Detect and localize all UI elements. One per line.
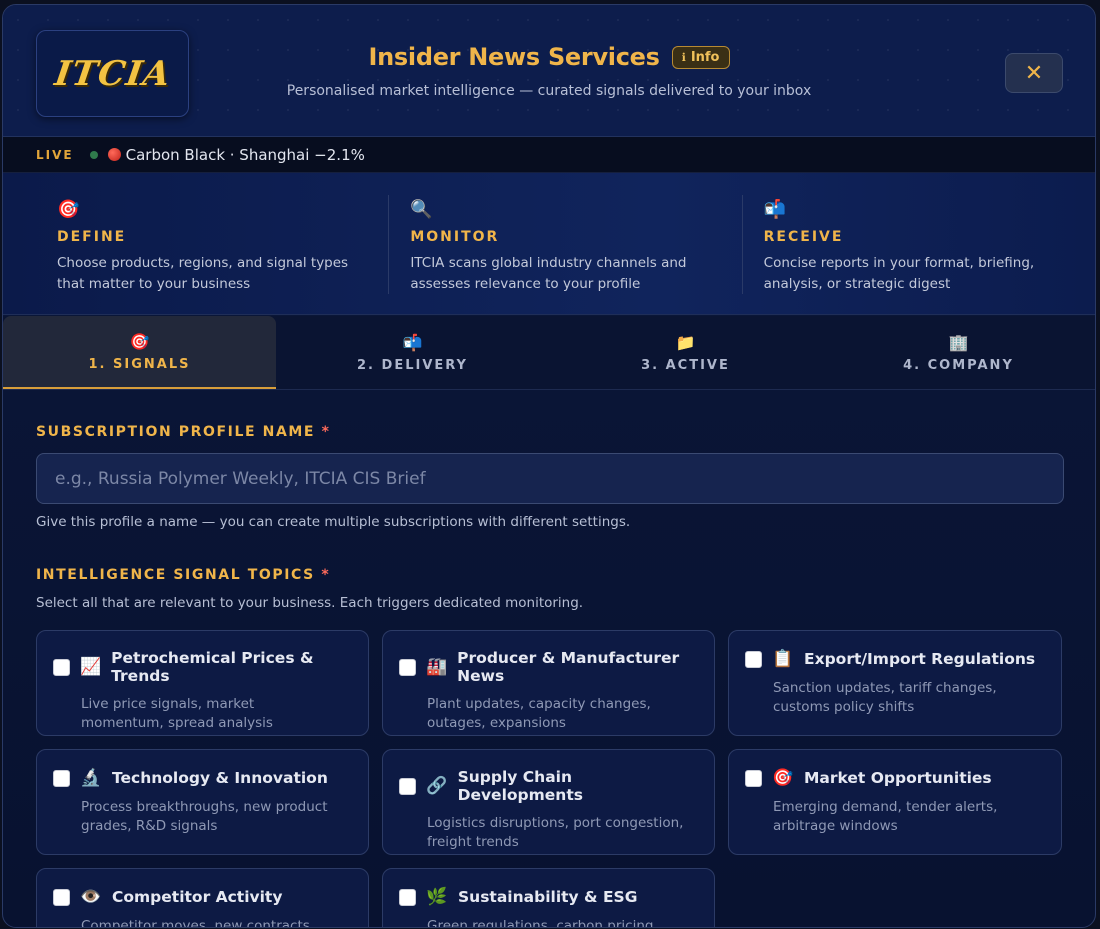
topic-card-sustainability[interactable]: 🌿 Sustainability & ESG Green regulations…	[382, 868, 715, 928]
how-it-works-steps: 🎯 DEFINE Choose products, regions, and s…	[3, 173, 1095, 315]
topic-description: Plant updates, capacity changes, outages…	[427, 696, 651, 731]
link-icon: 🔗	[426, 776, 448, 796]
folder-icon: 📁	[675, 332, 696, 352]
topic-checkbox[interactable]	[745, 650, 762, 668]
step-title: RECEIVE	[763, 229, 844, 245]
topic-card-supply-chain[interactable]: 🔗 Supply Chain Developments Logistics di…	[382, 749, 715, 855]
topic-card-market-opportunities[interactable]: 🎯 Market Opportunities Emerging demand, …	[728, 749, 1062, 855]
insider-news-modal: ITCIA Insider News Services ℹ Info Perso…	[2, 4, 1096, 928]
red-circle-icon	[107, 148, 121, 161]
mailbox-icon: 📬	[763, 199, 787, 220]
step-description: Choose products, regions, and signal typ…	[57, 255, 349, 292]
tab-label: 1. SIGNALS	[88, 356, 191, 372]
topic-description: Emerging demand, tender alerts, arbitrag…	[773, 799, 998, 834]
label-text: INTELLIGENCE SIGNAL TOPICS	[36, 567, 315, 583]
topic-card-technology[interactable]: 🔬 Technology & Innovation Process breakt…	[36, 749, 369, 855]
tab-label: 4. COMPANY	[903, 357, 1014, 373]
eye-icon: 👁️	[80, 887, 102, 907]
target-icon: 🎯	[129, 331, 150, 351]
target-icon: 🎯	[57, 199, 80, 220]
wizard-tabs: 🎯 1. SIGNALS 📬 2. DELIVERY 📁 3. ACTIVE 🏢…	[3, 316, 1095, 390]
step-receive: 📬 RECEIVE Concise reports in your format…	[741, 173, 1095, 314]
modal-subtitle: Personalised market intelligence — curat…	[286, 83, 812, 99]
topic-title: Competitor Activity	[112, 888, 283, 906]
live-status-dot	[89, 150, 98, 159]
close-button[interactable]: ✕	[1005, 53, 1063, 93]
topic-checkbox[interactable]	[53, 888, 70, 906]
label-text: SUBSCRIPTION PROFILE NAME	[36, 424, 316, 440]
title-row: Insider News Services ℹ Info	[3, 43, 1095, 71]
topic-title: Petrochemical Prices & Trends	[111, 649, 314, 685]
topic-checkbox[interactable]	[53, 658, 70, 676]
tab-label: 2. DELIVERY	[357, 357, 468, 373]
topic-checkbox[interactable]	[399, 658, 416, 676]
topic-description: Live price signals, market momentum, spr…	[81, 696, 273, 731]
info-button[interactable]: ℹ Info	[671, 45, 730, 69]
factory-icon: 🏭	[426, 657, 448, 677]
step-title: DEFINE	[57, 229, 127, 245]
tab-label: 3. ACTIVE	[641, 357, 730, 373]
topic-checkbox[interactable]	[399, 888, 416, 906]
tab-delivery[interactable]: 📬 2. DELIVERY	[276, 316, 549, 389]
target-icon: 🎯	[772, 768, 794, 788]
topic-description: Green regulations, carbon pricing, ESG	[427, 918, 658, 928]
info-icon: ℹ	[681, 50, 686, 64]
step-description: Concise reports in your format, briefing…	[763, 255, 1035, 292]
info-label: Info	[690, 49, 720, 65]
mailbox-icon: 📬	[402, 332, 423, 352]
topic-card-grid: 📈 Petrochemical Prices & Trends Live pri…	[36, 630, 1064, 928]
topic-title: Producer & Manufacturer News	[457, 649, 680, 685]
step-description: ITCIA scans global industry channels and…	[410, 255, 687, 292]
topic-description: Competitor moves, new contracts	[81, 918, 310, 928]
profile-name-label: SUBSCRIPTION PROFILE NAME *	[36, 424, 331, 440]
tab-company[interactable]: 🏢 4. COMPANY	[822, 316, 1095, 389]
close-icon: ✕	[1024, 60, 1044, 86]
ticker-item: Carbon Black · Shanghai −2.1%	[107, 145, 365, 164]
topic-card-producer-news[interactable]: 🏭 Producer & Manufacturer News Plant upd…	[382, 630, 715, 736]
topic-title: Export/Import Regulations	[804, 650, 1036, 668]
signal-topics-label: INTELLIGENCE SIGNAL TOPICS *	[36, 567, 330, 583]
profile-name-input[interactable]	[36, 453, 1064, 504]
topic-title: Technology & Innovation	[112, 769, 328, 787]
leaf-icon: 🌿	[426, 887, 448, 907]
topic-card-competitor-activity[interactable]: 👁️ Competitor Activity Competitor moves,…	[36, 868, 369, 928]
chart-up-icon: 📈	[80, 657, 102, 677]
topic-description: Logistics disruptions, port congestion, …	[427, 815, 684, 850]
topic-title: Supply Chain Developments	[457, 768, 583, 804]
tab-signals[interactable]: 🎯 1. SIGNALS	[3, 316, 276, 389]
modal-header: ITCIA Insider News Services ℹ Info Perso…	[3, 5, 1095, 137]
modal-title: Insider News Services	[368, 43, 660, 71]
profile-name-help: Give this profile a name — you can creat…	[36, 514, 631, 530]
topic-checkbox[interactable]	[399, 777, 416, 795]
topic-title: Sustainability & ESG	[458, 888, 638, 906]
live-label: LIVE	[36, 147, 74, 162]
step-monitor: 🔍 MONITOR ITCIA scans global industry ch…	[388, 173, 741, 314]
tab-active[interactable]: 📁 3. ACTIVE	[549, 316, 822, 389]
topic-title: Market Opportunities	[804, 769, 992, 787]
topic-checkbox[interactable]	[745, 769, 762, 787]
step-define: 🎯 DEFINE Choose products, regions, and s…	[3, 173, 388, 314]
building-icon: 🏢	[948, 332, 969, 352]
topic-card-export-import[interactable]: 📋 Export/Import Regulations Sanction upd…	[728, 630, 1062, 736]
step-title: MONITOR	[410, 229, 500, 245]
microscope-icon: 🔬	[80, 768, 102, 788]
topic-card-petrochemical-prices[interactable]: 📈 Petrochemical Prices & Trends Live pri…	[36, 630, 369, 736]
required-mark: *	[321, 567, 331, 583]
topic-description: Process breakthroughs, new product grade…	[81, 799, 328, 834]
ticker-text: Carbon Black · Shanghai −2.1%	[125, 145, 365, 164]
topic-checkbox[interactable]	[53, 769, 70, 787]
clipboard-icon: 📋	[772, 649, 794, 669]
magnifier-icon: 🔍	[410, 199, 433, 220]
topic-description: Sanction updates, tariff changes, custom…	[773, 680, 997, 715]
signal-topics-help: Select all that are relevant to your bus…	[36, 595, 584, 611]
required-mark: *	[321, 424, 331, 440]
live-ticker: LIVE Carbon Black · Shanghai −2.1%	[3, 137, 1095, 173]
